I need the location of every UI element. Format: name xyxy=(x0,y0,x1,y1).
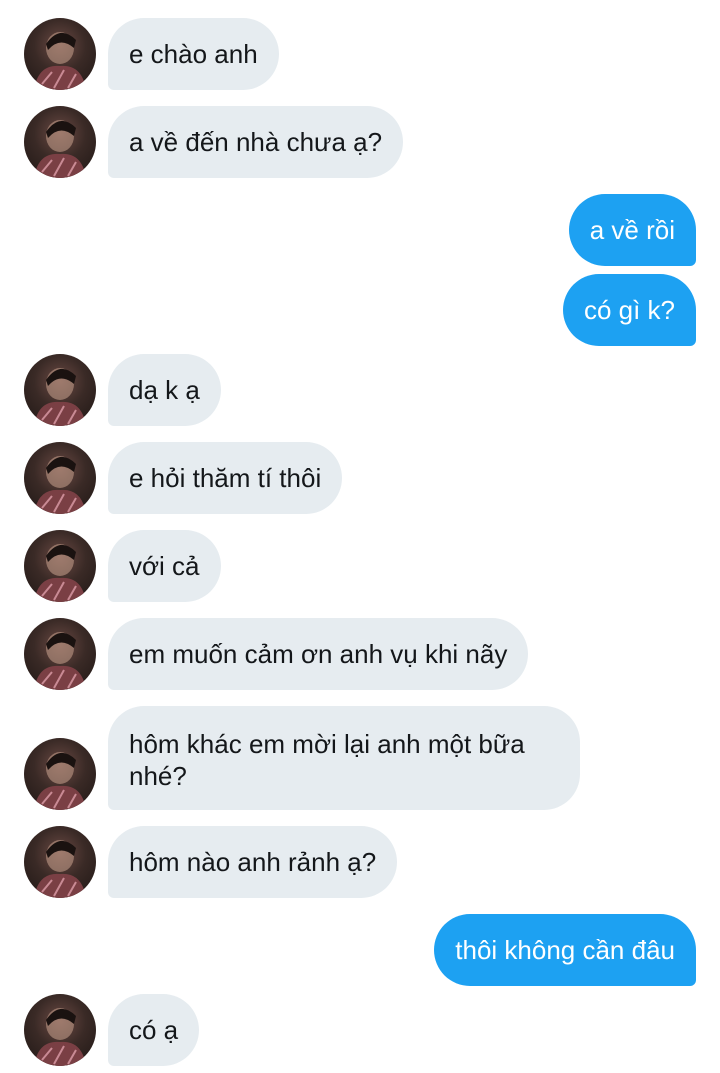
incoming-message[interactable]: dạ k ạ xyxy=(108,354,221,426)
incoming-message[interactable]: e chào anh xyxy=(108,18,279,90)
contact-avatar[interactable] xyxy=(24,442,96,514)
incoming-message[interactable]: với cả xyxy=(108,530,221,602)
incoming-message[interactable]: a về đến nhà chưa ạ? xyxy=(108,106,404,178)
chat-thread: e chào anh a về đến nhà chưa ạ? a về rồi… xyxy=(0,0,720,1073)
outgoing-message[interactable]: có gì k? xyxy=(562,274,696,346)
contact-avatar[interactable] xyxy=(24,618,96,690)
incoming-message[interactable]: hôm khác em mời lại anh một bữa nhé? xyxy=(108,706,580,810)
incoming-message[interactable]: có ạ xyxy=(108,994,200,1066)
contact-avatar[interactable] xyxy=(24,826,96,898)
contact-avatar[interactable] xyxy=(24,530,96,602)
contact-avatar[interactable] xyxy=(24,738,96,810)
outgoing-message[interactable]: a về rồi xyxy=(568,194,696,266)
contact-avatar[interactable] xyxy=(24,106,96,178)
contact-avatar[interactable] xyxy=(24,354,96,426)
incoming-message[interactable]: e hỏi thăm tí thôi xyxy=(108,442,343,514)
outgoing-message[interactable]: thôi không cần đâu xyxy=(434,914,696,986)
incoming-message[interactable]: hôm nào anh rảnh ạ? xyxy=(108,826,398,898)
incoming-message[interactable]: em muốn cảm ơn anh vụ khi nãy xyxy=(108,618,529,690)
contact-avatar[interactable] xyxy=(24,994,96,1066)
contact-avatar[interactable] xyxy=(24,18,96,90)
